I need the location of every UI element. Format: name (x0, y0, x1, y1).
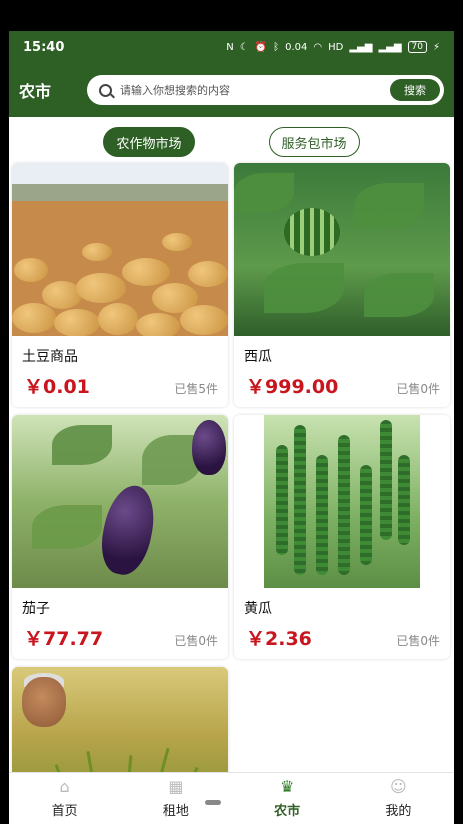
product-image-potato (12, 163, 228, 336)
product-price: ￥999.00 (246, 376, 339, 398)
product-price: ￥0.01 (24, 376, 90, 398)
search-bar: 搜索 (87, 75, 444, 105)
page-title: 农市 (19, 82, 52, 101)
search-icon (99, 83, 112, 97)
bluetooth-icon: ᛒ (273, 41, 280, 53)
product-image-rice (12, 667, 228, 772)
search-button[interactable]: 搜索 (390, 79, 440, 101)
market-tabs: 农作物市场 服务包市场 (9, 117, 454, 163)
market-content: 农作物市场 服务包市场 土豆商品 ￥0.01 已售5件 西瓜 ￥999.00 已… (9, 117, 454, 772)
nav-item-home[interactable]: ⌂ 首页 (9, 773, 120, 824)
user-icon: ☺ (390, 777, 407, 796)
battery-icon: 70 (407, 41, 427, 53)
net-speed: 0.04 (285, 41, 308, 53)
bottom-nav: ⌂ 首页 ▦ 租地 ♛ 农市 ☺ 我的 (9, 772, 454, 824)
product-card-cucumber[interactable]: 黄瓜 ￥2.36 已售0件 (234, 415, 450, 659)
nav-item-rent-land[interactable]: ▦ 租地 (120, 773, 231, 824)
tab-crop-market[interactable]: 农作物市场 (103, 127, 195, 157)
nav-label-rent-land: 租地 (162, 804, 189, 819)
wifi-icon: ◠ (313, 41, 323, 53)
signal-icon: ▂▄▆ (349, 41, 373, 53)
product-sold-count: 已售0件 (174, 634, 218, 648)
gesture-handle (205, 800, 221, 805)
nav-item-market[interactable]: ♛ 农市 (232, 773, 343, 824)
nav-item-mine[interactable]: ☺ 我的 (343, 773, 454, 824)
status-bar: 15:40 N ☾ ⏰ ᛒ 0.04 ◠ HD ▂▄▆ ▂▄▆ 70 ⚡ (9, 31, 454, 63)
price-row: ￥77.77 已售0件 (24, 624, 218, 651)
phone-screen: 15:40 N ☾ ⏰ ᛒ 0.04 ◠ HD ▂▄▆ ▂▄▆ 70 ⚡ 农市 … (9, 31, 454, 824)
product-card-potato[interactable]: 土豆商品 ￥0.01 已售5件 (12, 163, 228, 407)
product-name: 西瓜 (244, 349, 272, 365)
product-card-rice[interactable] (12, 667, 228, 772)
alarm-icon: ⏰ (254, 41, 268, 53)
nav-label-home: 首页 (51, 804, 78, 819)
grid-icon: ▦ (168, 777, 184, 796)
app-header: 农市 搜索 (9, 63, 454, 117)
nfc-icon: N (226, 41, 234, 53)
product-price: ￥2.36 (246, 628, 312, 650)
product-sold-count: 已售0件 (396, 382, 440, 396)
product-name: 土豆商品 (22, 349, 78, 365)
signal-icon-2: ▂▄▆ (378, 41, 402, 53)
product-price: ￥77.77 (24, 628, 104, 650)
tab-service-market[interactable]: 服务包市场 (268, 127, 360, 157)
crown-icon: ♛ (279, 777, 295, 796)
status-icons: N ☾ ⏰ ᛒ 0.04 ◠ HD ▂▄▆ ▂▄▆ 70 ⚡ (226, 41, 440, 53)
price-row: ￥999.00 已售0件 (246, 372, 440, 399)
nav-label-mine: 我的 (385, 804, 412, 819)
hd-icon: HD (328, 41, 344, 53)
charging-icon: ⚡ (432, 41, 440, 53)
product-name: 茄子 (22, 601, 50, 617)
search-input[interactable] (120, 83, 390, 97)
nav-label-market: 农市 (274, 804, 301, 819)
product-card-watermelon[interactable]: 西瓜 ￥999.00 已售0件 (234, 163, 450, 407)
product-name: 黄瓜 (244, 601, 272, 617)
product-sold-count: 已售5件 (174, 382, 218, 396)
watermelon-shape (284, 208, 340, 256)
home-icon: ⌂ (59, 777, 70, 796)
product-grid: 土豆商品 ￥0.01 已售5件 西瓜 ￥999.00 已售0件 茄子 ￥77.7… (9, 163, 454, 772)
product-image-cucumber (234, 415, 450, 588)
status-time: 15:40 (23, 39, 65, 55)
price-row: ￥2.36 已售0件 (246, 624, 440, 651)
product-card-eggplant[interactable]: 茄子 ￥77.77 已售0件 (12, 415, 228, 659)
price-row: ￥0.01 已售5件 (24, 372, 218, 399)
product-image-eggplant (12, 415, 228, 588)
farmer-face-shape (22, 677, 66, 727)
product-image-watermelon (234, 163, 450, 336)
product-sold-count: 已售0件 (396, 634, 440, 648)
moon-icon: ☾ (239, 41, 249, 53)
